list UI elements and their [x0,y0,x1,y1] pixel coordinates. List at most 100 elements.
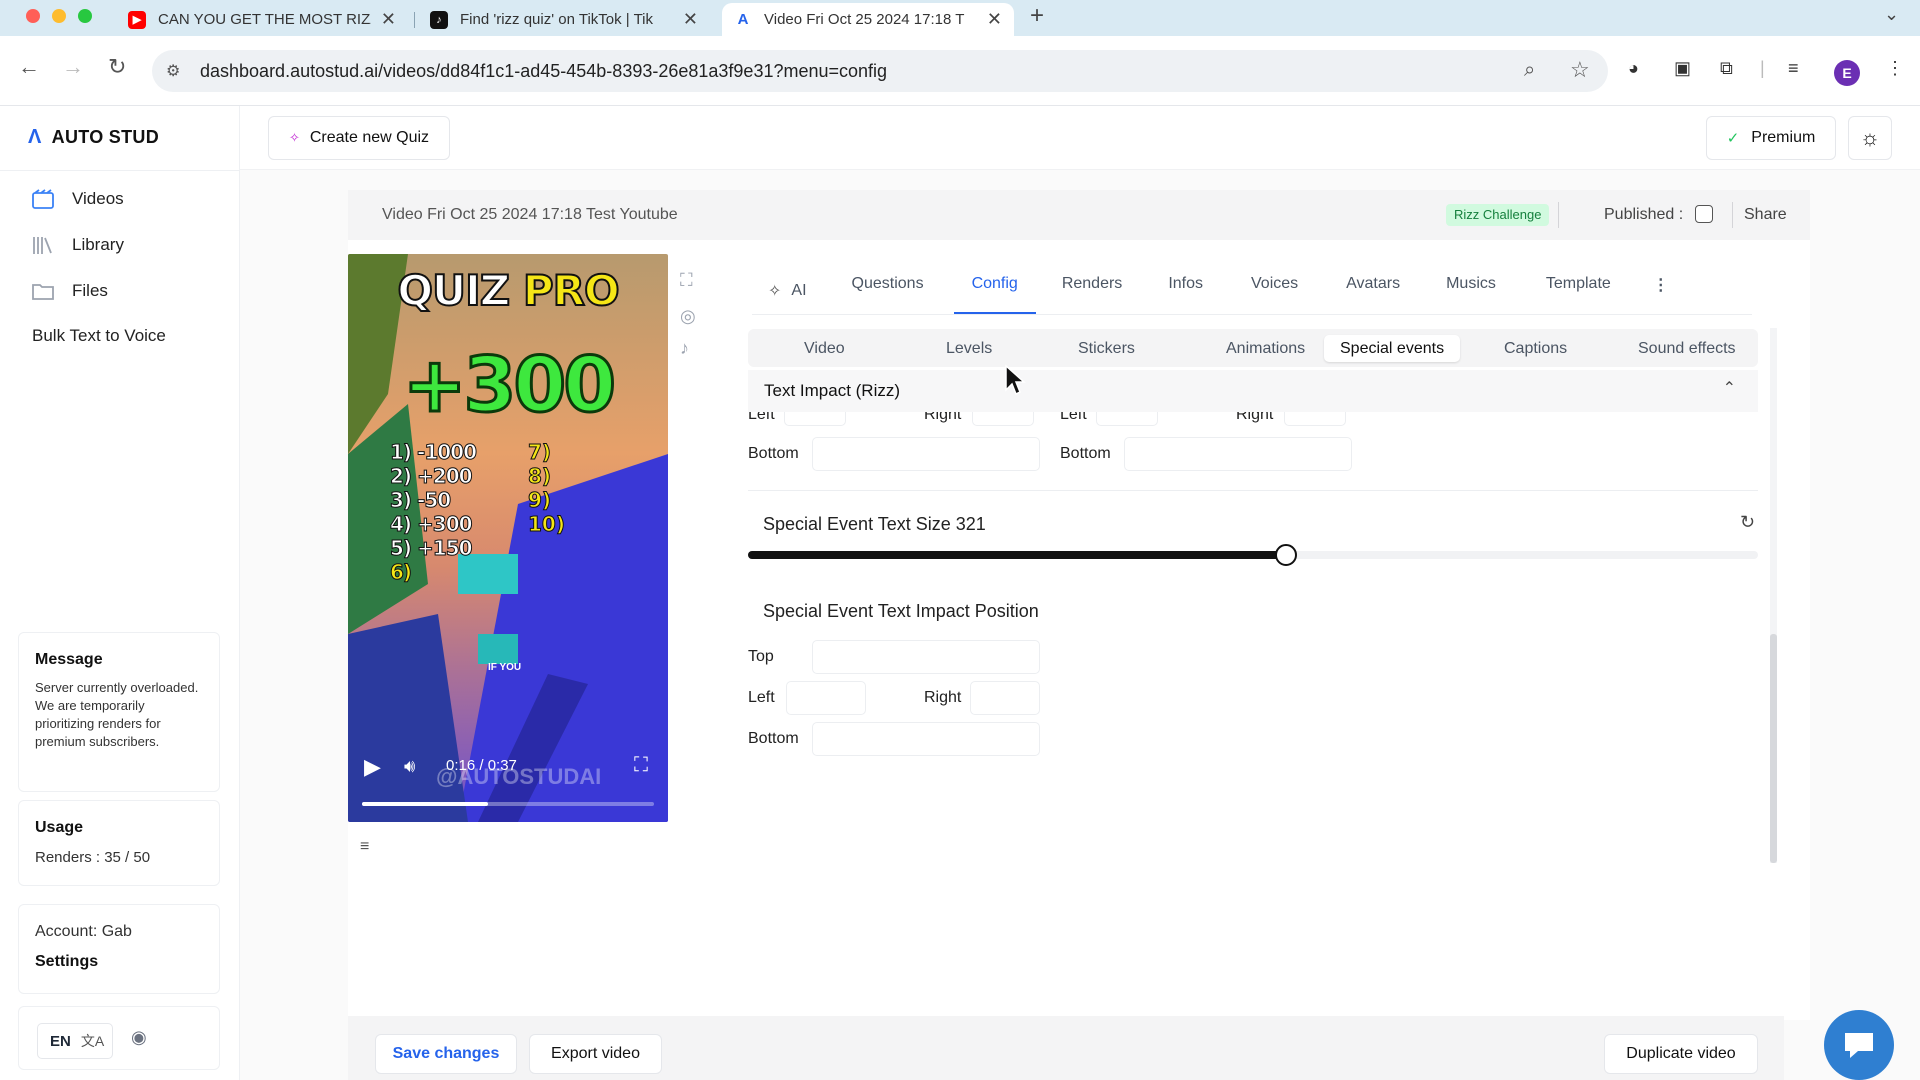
browser-menu-icon[interactable]: ⋮ [1886,58,1904,79]
url-text[interactable]: dashboard.autostud.ai/videos/dd84f1c1-ad… [200,61,887,82]
extensions-puzzle-icon[interactable]: ⧉ [1720,58,1733,79]
bottom-input[interactable] [812,722,1040,756]
autostud-logo-icon: Λ [28,126,42,148]
language-card: EN 文A ◉ [18,1006,220,1070]
answer-item: 7) [528,440,552,465]
sidebar: Λ AUTO STUD Videos Library Files Bulk Te… [0,106,240,1080]
progress-track[interactable] [362,802,654,806]
close-icon[interactable]: ✕ [987,9,1002,30]
zoom-icon[interactable]: ⌕ [1524,59,1535,82]
profile-avatar[interactable]: E [1834,60,1860,86]
create-quiz-button[interactable]: ✧ Create new Quiz [268,116,450,160]
fullscreen-icon[interactable]: ⛶ [634,754,648,777]
reset-icon[interactable]: ↻ [1740,512,1755,533]
tab-search-button[interactable]: ⌄ [1884,4,1899,25]
left-label: Left [748,412,775,423]
video-preview[interactable]: QUIZ PRO +300 1) -1000 2) +200 3) -50 4)… [348,254,668,822]
new-tab-button[interactable]: + [1030,2,1044,30]
slider-fill [748,551,1287,559]
tab-ai[interactable]: ✧ AI [768,268,807,314]
subtab-stickers[interactable]: Stickers [1062,335,1151,362]
bookmark-star-icon[interactable]: ☆ [1570,57,1590,83]
screenshot-icon[interactable]: ⛶ [680,270,693,291]
tab-musics[interactable]: Musics [1446,268,1496,314]
play-button[interactable]: ▶ [364,754,381,780]
answer-item: 6) [390,560,413,585]
section-header[interactable]: Text Impact (Rizz) ⌃ [748,370,1758,412]
published-checkbox[interactable] [1695,205,1713,223]
chat-support-button[interactable] [1824,1010,1894,1080]
brand-name: AUTO STUD [51,127,160,147]
sidebar-item-files[interactable]: Files [32,280,108,302]
browser-tab-youtube[interactable]: ▶ CAN YOU GET THE MOST RIZZ ✕ [116,3,408,36]
browser-tab-autostud[interactable]: A Video Fri Oct 25 2024 17:18 T ✕ [722,3,1014,36]
back-icon[interactable]: ← [18,54,40,80]
answer-item: 3) -50 [390,488,452,513]
extension-avatar-icon[interactable]: ◕ [1628,58,1639,79]
site-info-icon[interactable]: ⚙ [166,61,180,81]
chevron-up-icon[interactable]: ⌃ [1723,378,1736,398]
right-input[interactable] [972,412,1034,426]
published-label: Published : [1604,206,1684,223]
media-controls-icon[interactable]: ≡ [1788,58,1799,79]
close-icon[interactable]: ✕ [381,9,396,30]
right-input[interactable] [970,681,1040,715]
maximize-window-button[interactable] [78,9,92,23]
left-input[interactable] [1096,412,1158,426]
subtab-animations[interactable]: Animations [1210,335,1321,362]
tab-renders[interactable]: Renders [1062,268,1122,314]
share-button[interactable]: Share [1744,206,1787,224]
tab-avatars[interactable]: Avatars [1346,268,1400,314]
tab-template[interactable]: Template [1546,268,1611,314]
forward-icon[interactable]: → [62,54,84,80]
folder-icon [32,280,56,302]
chapters-icon[interactable]: ≡ [360,838,369,856]
settings-link[interactable]: Settings [35,953,203,971]
title-right: PRO [522,265,621,316]
tab-label: AI [791,282,807,299]
subtab-special-events[interactable]: Special events [1324,335,1461,362]
more-options-icon[interactable]: ⋮ [1653,268,1669,314]
tab-config[interactable]: Config [953,268,1036,314]
tab-voices[interactable]: Voices [1251,268,1298,314]
address-bar[interactable]: ⚙ dashboard.autostud.ai/videos/dd84f1c1-… [152,50,1608,92]
close-window-button[interactable] [26,9,40,23]
browser-tab-tiktok[interactable]: ♪ Find 'rizz quiz' on TikTok | Tik ✕ [418,3,710,36]
bottom-input[interactable] [1124,437,1352,471]
tiktok-icon[interactable]: ♪ [680,338,689,359]
language-select[interactable]: EN 文A [37,1023,113,1059]
scrollbar-thumb[interactable] [1770,634,1777,863]
premium-button[interactable]: ✓ Premium [1706,116,1836,160]
right-input[interactable] [1284,412,1346,426]
brand-logo[interactable]: Λ AUTO STUD [28,126,159,149]
subtab-video[interactable]: Video [788,335,861,362]
save-changes-button[interactable]: Save changes [375,1034,517,1074]
subtab-levels[interactable]: Levels [930,335,1008,362]
extension-md-icon[interactable]: ▣ [1674,58,1691,79]
left-input[interactable] [786,681,866,715]
minimize-window-button[interactable] [52,9,66,23]
top-input[interactable] [812,640,1040,674]
tab-infos[interactable]: Infos [1168,268,1203,314]
instagram-icon[interactable]: ◎ [680,306,696,327]
volume-icon[interactable]: 🔊︎ [404,756,415,777]
reload-icon[interactable]: ↻ [108,54,126,80]
subtab-captions[interactable]: Captions [1488,335,1583,362]
sidebar-item-videos[interactable]: Videos [32,188,124,210]
usage-title: Usage [35,819,84,836]
usage-card: Usage Renders : 35 / 50 [18,800,220,886]
text-size-slider[interactable] [748,544,1758,566]
discord-icon[interactable]: ◉ [131,1027,147,1048]
theme-toggle-button[interactable]: ☼ [1848,116,1892,160]
duplicate-video-button[interactable]: Duplicate video [1604,1034,1758,1074]
sidebar-item-library[interactable]: Library [32,234,124,256]
tab-questions[interactable]: Questions [852,268,924,314]
sidebar-item-bulk-text-to-voice[interactable]: Bulk Text to Voice [32,326,166,346]
sidebar-item-label: Files [72,281,108,300]
divider [0,170,240,171]
bottom-input[interactable] [812,437,1040,471]
close-icon[interactable]: ✕ [683,9,698,30]
left-input[interactable] [784,412,846,426]
subtab-sound-effects[interactable]: Sound effects [1622,335,1752,362]
export-video-button[interactable]: Export video [529,1034,662,1074]
